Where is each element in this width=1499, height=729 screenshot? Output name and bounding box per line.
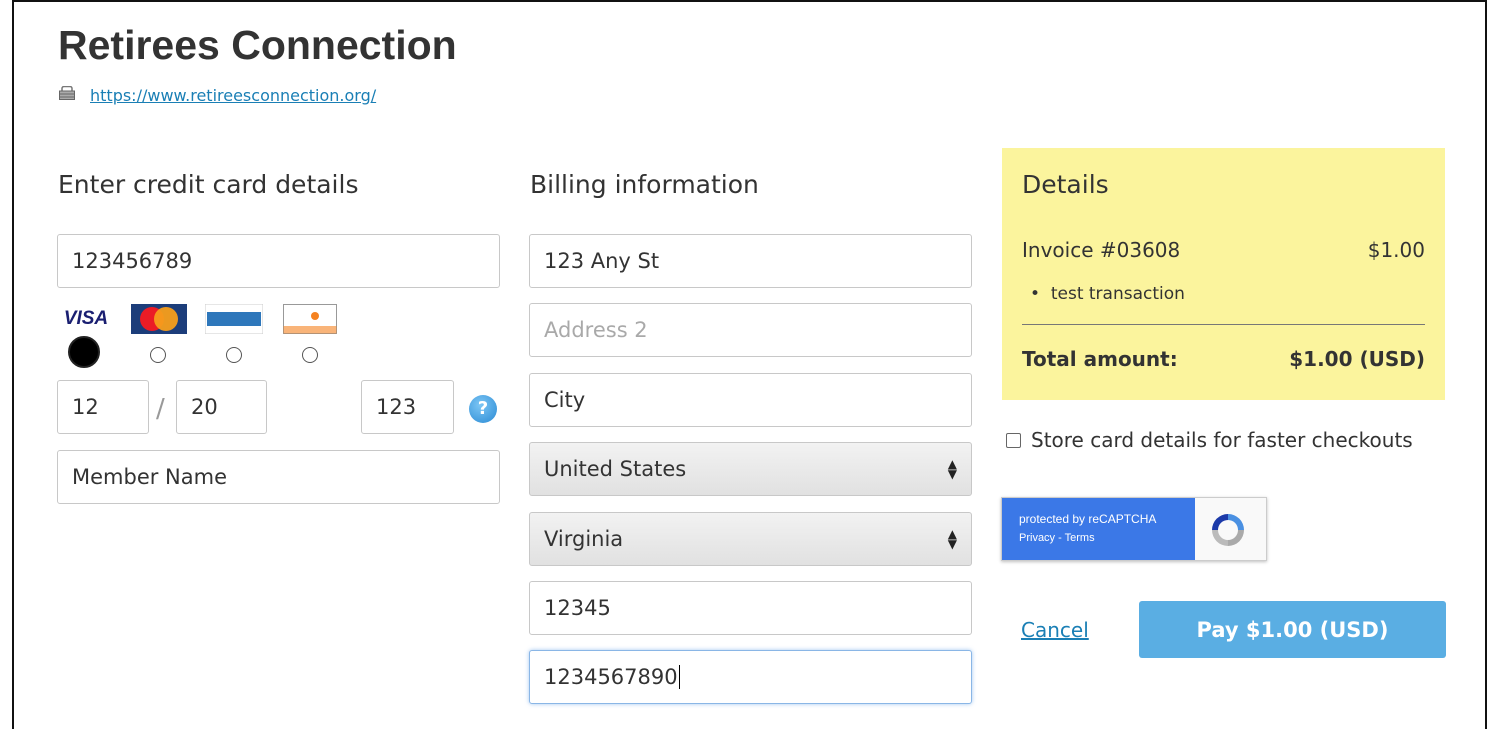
- phone-input[interactable]: 1234567890: [529, 650, 972, 704]
- cvv-input[interactable]: [361, 380, 454, 434]
- recaptcha-protected-text: protected by reCAPTCHA: [1019, 512, 1157, 526]
- address2-input[interactable]: [529, 303, 972, 357]
- recaptcha-info: protected by reCAPTCHA Privacy - Terms: [1002, 498, 1195, 560]
- country-value: United States: [544, 457, 687, 481]
- zip-input[interactable]: [529, 581, 972, 635]
- cardholder-name-input[interactable]: [57, 450, 500, 504]
- mastercard-radio[interactable]: [150, 347, 166, 363]
- recaptcha-icon: [1212, 514, 1244, 546]
- exp-month-input[interactable]: [57, 380, 149, 434]
- billing-section-heading: Billing information: [530, 170, 759, 199]
- select-arrows-icon: ▲ ▼: [947, 527, 957, 551]
- phone-value: 1234567890: [544, 665, 678, 689]
- details-heading: Details: [1022, 170, 1109, 199]
- address1-input[interactable]: [529, 234, 972, 288]
- amex-logo-icon: [205, 304, 263, 334]
- mastercard-logo: [131, 302, 187, 336]
- lock-icon: [59, 86, 75, 100]
- state-value: Virginia: [544, 527, 624, 551]
- store-card-option[interactable]: Store card details for faster checkouts: [1006, 428, 1413, 452]
- discover-logo: [283, 302, 337, 336]
- text-caret: [678, 665, 680, 689]
- exp-year-input[interactable]: [176, 380, 267, 434]
- cvv-help-icon[interactable]: ?: [469, 395, 497, 423]
- card-section-heading: Enter credit card details: [58, 170, 359, 199]
- site-url-link[interactable]: https://www.retireesconnection.org/: [90, 86, 376, 105]
- mastercard-logo-icon: [131, 304, 187, 334]
- recaptcha-badge: protected by reCAPTCHA Privacy - Terms: [1001, 497, 1267, 561]
- pay-button[interactable]: Pay $1.00 (USD): [1139, 601, 1446, 658]
- details-divider: [1022, 324, 1425, 325]
- cancel-link[interactable]: Cancel: [1021, 618, 1089, 642]
- select-arrows-icon: ▲ ▼: [947, 457, 957, 481]
- store-card-label: Store card details for faster checkouts: [1031, 428, 1413, 452]
- exp-separator: /: [156, 394, 165, 424]
- city-input[interactable]: [529, 373, 972, 427]
- total-label: Total amount:: [1022, 347, 1178, 371]
- visa-logo-text: VISA: [63, 308, 109, 329]
- card-number-input[interactable]: [57, 234, 500, 288]
- store-card-checkbox[interactable]: [1006, 432, 1021, 448]
- order-details-panel: Details Invoice #03608 $1.00 • test tran…: [1002, 148, 1445, 400]
- amex-radio[interactable]: [226, 347, 242, 363]
- country-select[interactable]: United States ▲ ▼: [529, 442, 972, 496]
- discover-logo-icon: [283, 304, 337, 334]
- discover-radio[interactable]: [302, 347, 318, 363]
- visa-radio[interactable]: [68, 336, 100, 368]
- site-title: Retirees Connection: [58, 22, 457, 68]
- amex-logo: [205, 302, 263, 336]
- line-item: • test transaction: [1030, 284, 1185, 304]
- line-item-text: test transaction: [1050, 284, 1185, 304]
- state-select[interactable]: Virginia ▲ ▼: [529, 512, 972, 566]
- total-value: $1.00 (USD): [1289, 347, 1425, 371]
- visa-logo: VISA: [60, 302, 112, 336]
- invoice-amount: $1.00: [1367, 238, 1425, 262]
- invoice-label: Invoice #03608: [1022, 238, 1181, 262]
- recaptcha-privacy-terms-link[interactable]: Privacy - Terms: [1019, 532, 1095, 544]
